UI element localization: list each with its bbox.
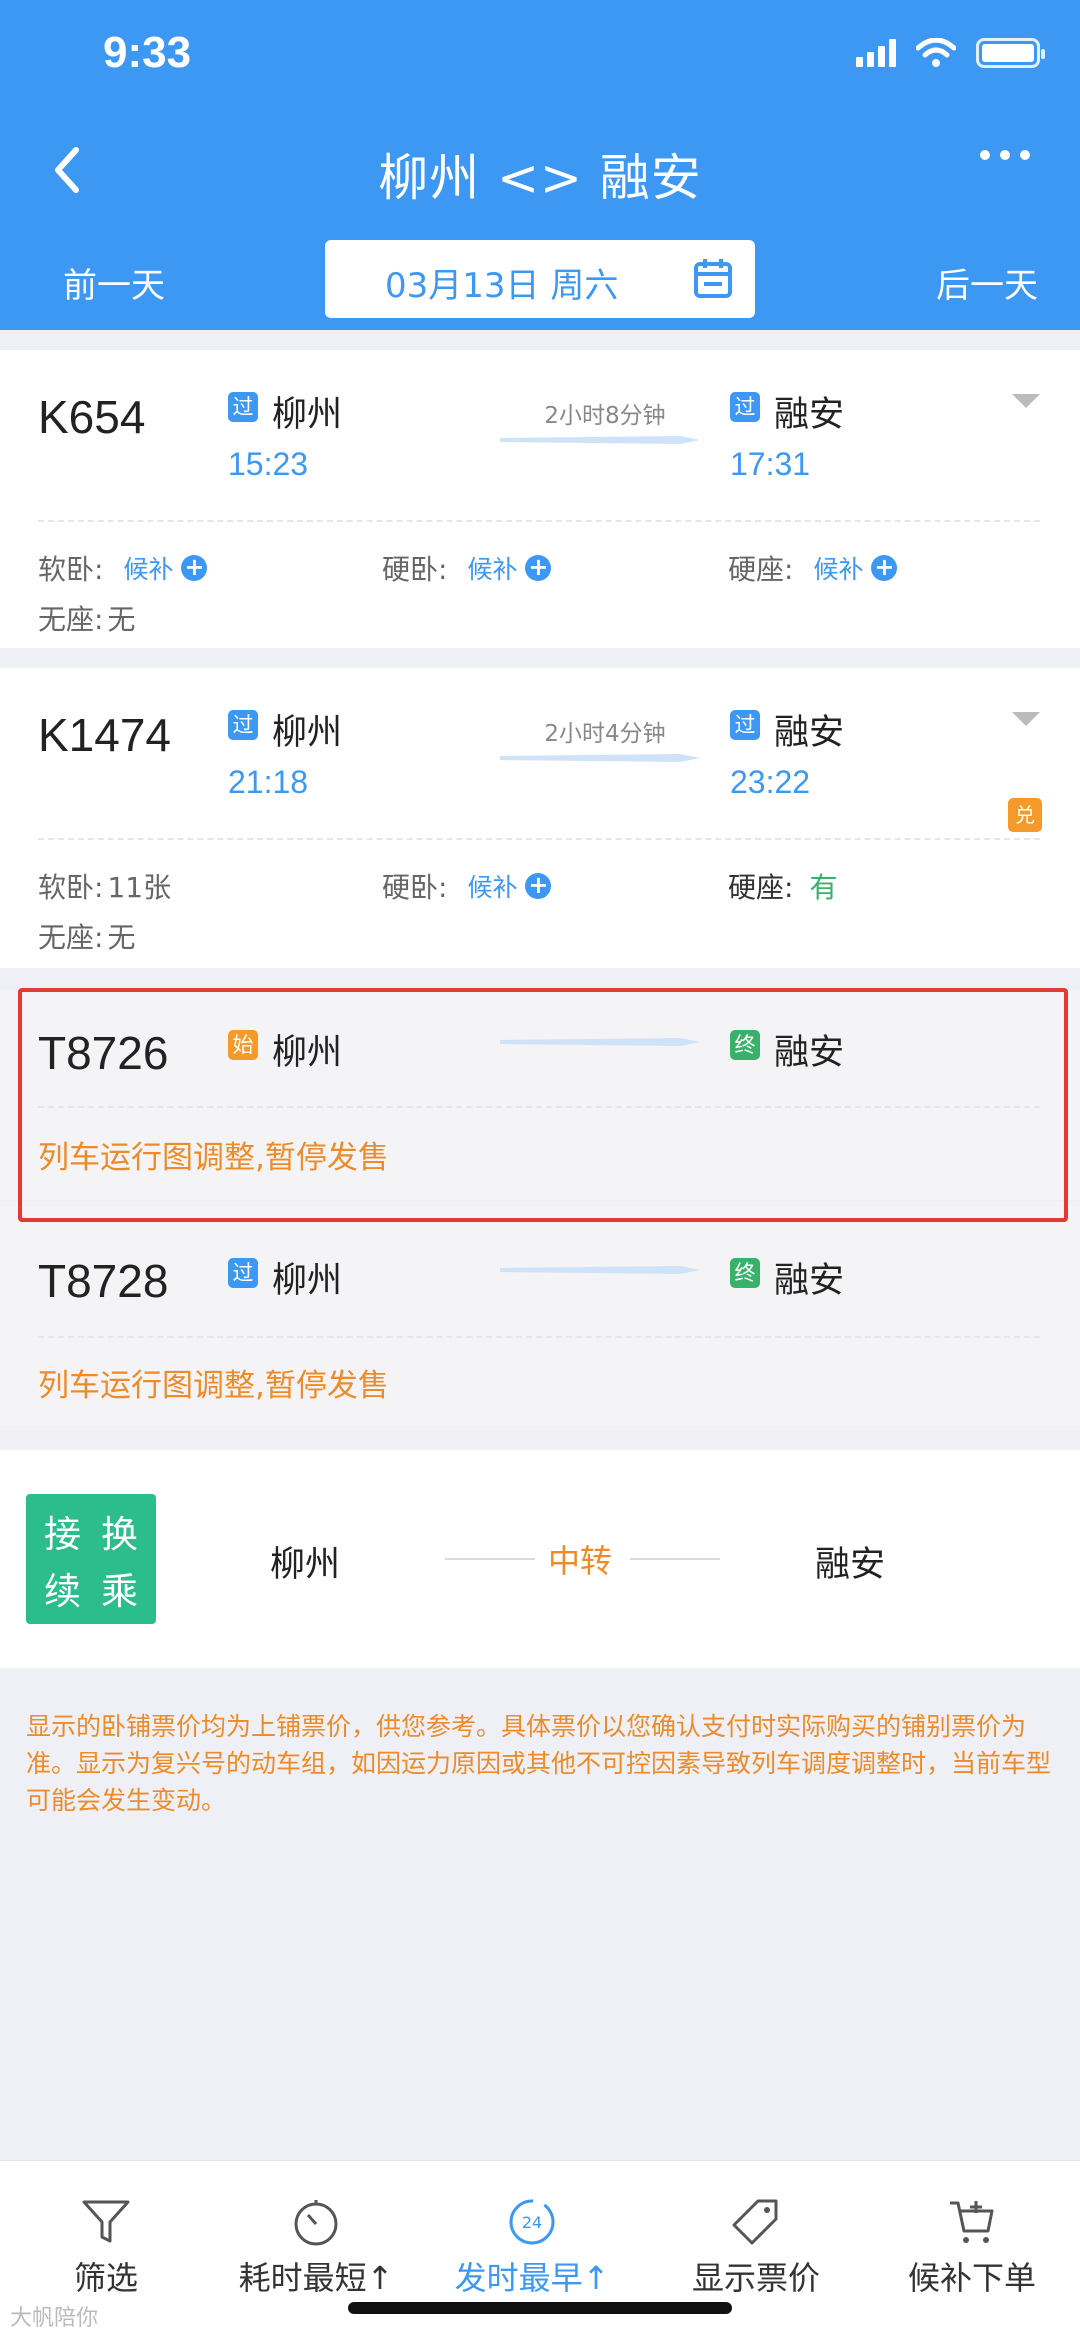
timer-icon [294,2200,338,2246]
pass-badge: 过 [228,1258,258,1288]
train-number: K654 [38,391,146,443]
highlight-box [18,988,1068,1222]
arrow-icon [500,436,700,444]
signal-icon [856,39,896,67]
seat-hard-seat: 硬座: 有 [728,871,838,904]
depart-time: 21:18 [228,764,309,800]
train-card-k654[interactable]: K654 过 柳州 15:23 2小时8分钟 过 融安 17:31 软卧: 候补 +… [0,350,1080,648]
tab-shortest-duration[interactable]: 耗时最短↑ [216,2197,416,2299]
arrive-time: 23:22 [730,764,811,800]
pass-badge: 过 [730,392,760,422]
depart-time: 15:23 [228,446,309,482]
transfer-card[interactable]: 接换 续乘 柳州 中转 融安 [0,1450,1080,1668]
suspend-notice: 列车运行图调整,暂停发售 [38,1368,389,1404]
price-note: 显示的卧铺票价均为上铺票价，供您参考。具体票价以您确认支付时实际购买的铺别票价为… [26,1712,1052,1815]
add-icon[interactable]: + [181,555,208,581]
add-icon[interactable]: + [871,555,898,581]
seat-hard-sleeper: 硬卧: 候补 + [382,866,552,906]
pass-badge: 过 [228,392,258,422]
arrow-icon [500,754,700,762]
transfer-label: 中转 [548,1542,613,1580]
clock-24-icon: 24 [509,2199,555,2245]
price-tag-icon [732,2199,778,2245]
divider [445,1558,535,1560]
watermark: 大帆陪你 [10,2306,99,2331]
divider [38,838,1040,840]
to-station: 融安 [774,1261,845,1301]
arrow-icon [500,1266,700,1274]
tab-show-price[interactable]: 显示票价 [656,2197,856,2299]
seat-hard-seat: 硬座: 候补 + [728,548,898,588]
pass-badge: 过 [730,710,760,740]
seat-no-seat: 无座: 无 [38,603,136,636]
from-station: 柳州 [272,713,343,753]
to-station: 融安 [774,395,845,435]
duration: 2小时4分钟 [544,721,666,747]
header: 9:33 柳州 <> 融安 前一天 03月13日 周六 后一天 [0,0,1080,330]
exchange-badge: 兑 [1008,798,1042,832]
terminal-badge: 终 [730,1258,760,1288]
add-icon[interactable]: + [525,873,552,899]
tab-filter[interactable]: 筛选 [6,2197,206,2299]
divider [630,1558,720,1560]
arrive-time: 17:31 [730,446,811,482]
to-station: 融安 [774,713,845,753]
from-station: 柳州 [272,1261,343,1301]
next-day-button[interactable]: 后一天 [936,258,1038,307]
battery-icon [976,38,1045,68]
divider [38,520,1040,522]
seat-soft-sleeper: 软卧: 11张 [38,871,172,904]
transfer-to: 融安 [815,1545,886,1585]
filter-icon [82,2200,130,2243]
transfer-from: 柳州 [270,1545,341,1585]
status-time: 9:33 [103,28,192,77]
prev-day-button[interactable]: 前一天 [63,258,165,307]
from-station: 柳州 [272,395,343,435]
more-icon[interactable] [980,150,1030,160]
train-number: T8728 [38,1255,169,1307]
seat-hard-sleeper: 硬卧: 候补 + [382,548,552,588]
home-indicator[interactable] [348,2302,732,2314]
train-card-k1474[interactable]: K1474 过 柳州 21:18 2小时4分钟 过 融安 23:22 兑 软卧:… [0,668,1080,968]
status-icons [856,38,1045,68]
calendar-icon [694,259,732,298]
seat-soft-sleeper: 软卧: 候补 + [38,548,208,588]
transfer-logo: 接换 续乘 [26,1494,156,1624]
train-number: K1474 [38,709,172,761]
tab-earliest-departure[interactable]: 24 发时最早↑ [432,2197,632,2299]
add-icon[interactable]: + [525,555,552,581]
duration: 2小时8分钟 [544,403,666,429]
chevron-down-icon[interactable] [1012,394,1040,408]
seat-no-seat: 无座: 无 [38,921,136,954]
date-text: 03月13日 周六 [385,266,619,306]
tab-waitlist-order[interactable]: 候补下单 [872,2197,1072,2299]
pass-badge: 过 [228,710,258,740]
date-picker[interactable]: 03月13日 周六 [325,240,755,318]
page-title: 柳州 <> 融安 [378,149,702,207]
chevron-down-icon[interactable] [1012,712,1040,726]
cart-icon [950,2201,994,2243]
svg-text:24: 24 [522,2213,542,2232]
train-card-t8728[interactable]: T8728 过 柳州 终 融安 列车运行图调整,暂停发售 [0,1202,1080,1430]
wifi-icon [916,38,956,67]
divider [38,1336,1040,1338]
